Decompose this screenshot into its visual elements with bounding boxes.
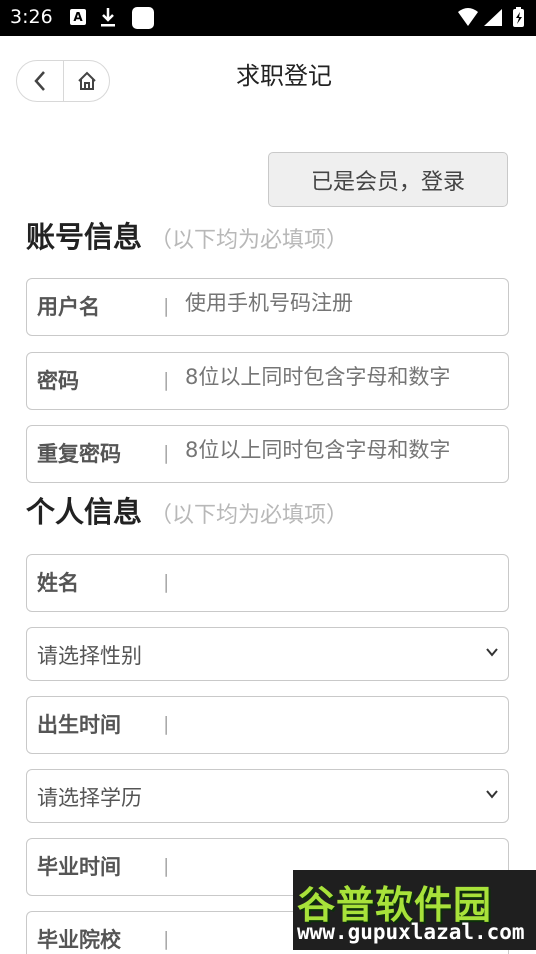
field-separator: | — [163, 295, 170, 317]
page-title: 求职登记 — [236, 62, 332, 90]
wifi-icon — [458, 8, 478, 26]
name-input[interactable] — [185, 567, 498, 591]
repeat-password-field[interactable]: 重复密码 | — [26, 425, 509, 483]
graduation-time-label: 毕业时间 — [37, 855, 121, 879]
education-select[interactable]: 请选择学历 — [26, 769, 509, 823]
field-separator: | — [163, 571, 170, 593]
field-separator: | — [163, 713, 170, 735]
status-bar: 3:26 A — [0, 0, 536, 36]
field-separator: | — [163, 442, 170, 464]
field-separator: | — [163, 855, 170, 877]
account-section-hint: （以下均为必填项） — [150, 228, 349, 253]
username-field[interactable]: 用户名 | — [26, 278, 509, 336]
field-separator: | — [163, 928, 170, 950]
username-input[interactable] — [185, 291, 498, 315]
status-right-icons — [456, 6, 528, 34]
account-section-title: 账号信息 — [26, 220, 143, 254]
app-notification-icon — [132, 7, 154, 29]
personal-section-header: 个人信息 （以下均为必填项） — [26, 489, 348, 531]
field-separator: | — [163, 369, 170, 391]
password-field[interactable]: 密码 | — [26, 352, 509, 410]
birth-time-label: 出生时间 — [37, 713, 121, 737]
education-select-value: 请选择学历 — [37, 786, 142, 810]
account-section-header: 账号信息 （以下均为必填项） — [26, 214, 348, 256]
name-field[interactable]: 姓名 | — [26, 554, 509, 612]
chevron-down-icon — [486, 648, 498, 657]
birth-time-input[interactable] — [185, 709, 498, 733]
signal-icon — [484, 9, 502, 26]
name-label: 姓名 — [37, 571, 79, 595]
member-login-button[interactable]: 已是会员，登录 — [268, 152, 508, 207]
password-label: 密码 — [37, 369, 79, 393]
personal-section-title: 个人信息 — [26, 495, 143, 529]
birth-time-field[interactable]: 出生时间 | — [26, 696, 509, 754]
username-label: 用户名 — [37, 295, 100, 319]
top-navigation: 求职登记 — [0, 36, 536, 120]
gender-select-value: 请选择性别 — [37, 644, 142, 668]
status-time: 3:26 — [10, 6, 53, 28]
personal-section-hint: （以下均为必填项） — [150, 503, 349, 528]
school-label: 毕业院校 — [37, 928, 121, 952]
repeat-password-label: 重复密码 — [37, 442, 121, 466]
password-input[interactable] — [185, 365, 498, 389]
watermark-url: www.gupuxlazal.com — [297, 920, 525, 944]
gender-select[interactable]: 请选择性别 — [26, 627, 509, 681]
watermark: 谷普软件园 www.gupuxlazal.com — [293, 870, 536, 950]
chevron-down-icon — [486, 790, 498, 799]
a-notification-icon: A — [70, 9, 86, 25]
repeat-password-input[interactable] — [185, 438, 498, 462]
download-icon — [100, 6, 116, 32]
